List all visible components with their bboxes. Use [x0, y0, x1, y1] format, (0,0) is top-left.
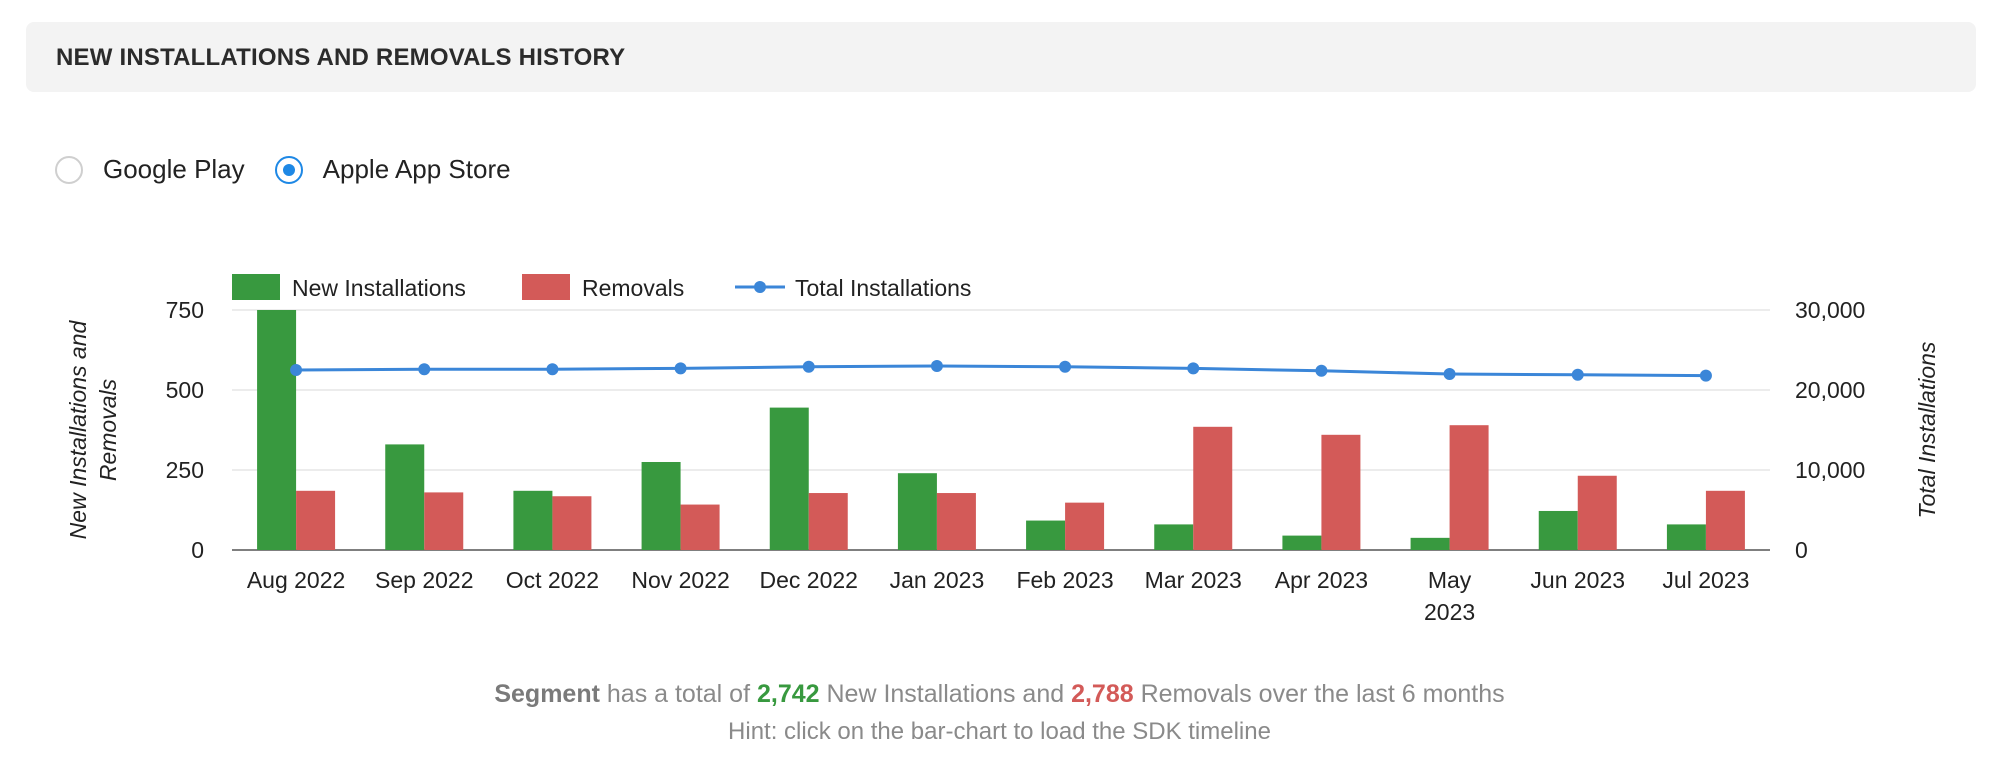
x-tick-label: Nov 2022 — [631, 567, 729, 593]
bar-new-installations — [1026, 520, 1066, 550]
hint-text: Hint: click on the bar-chart to load the… — [728, 718, 1271, 745]
bar-new-installations — [1282, 535, 1322, 550]
bar-new-installations — [641, 462, 681, 550]
y2-axis-title: Total Installations — [1914, 341, 1940, 518]
new-installations-total: 2,742 — [756, 680, 820, 708]
bar-new-installations — [385, 444, 425, 550]
total-installations-line — [290, 360, 1712, 382]
radio-label-google-play[interactable]: Google Play — [103, 154, 245, 185]
bar-removals — [808, 493, 848, 550]
bar-removals — [552, 496, 592, 550]
radio-google-play[interactable] — [55, 155, 83, 184]
total-installations-point — [290, 364, 303, 376]
summary-text-2: New Installations and — [819, 680, 1072, 708]
x-tick-label: May — [1428, 567, 1472, 593]
total-installations-point — [674, 362, 687, 375]
bar-removals — [1321, 434, 1361, 550]
radio-option-google-play[interactable]: Google Play — [55, 154, 245, 185]
bar-new-installations — [513, 490, 553, 550]
total-installations-point — [1699, 369, 1712, 382]
x-tick-label: Feb 2023 — [1016, 567, 1113, 593]
legend-label-new-installations: New Installations — [292, 275, 466, 301]
summary-text-1: has a total of — [599, 680, 757, 708]
x-tick-label: Jun 2023 — [1530, 567, 1625, 593]
total-installations-point — [1315, 364, 1328, 377]
x-tick-label: Oct 2022 — [506, 567, 599, 593]
removals-total: 2,788 — [1071, 680, 1134, 708]
summary-text-3: Removals over the last 6 months — [1133, 680, 1505, 708]
bar-removals — [296, 490, 336, 550]
bar-removals — [424, 492, 464, 550]
y-tick-label: 750 — [166, 297, 204, 323]
total-installations-point — [930, 360, 943, 372]
x-tick-label: Mar 2023 — [1145, 567, 1242, 593]
legend-marker-total-installations — [754, 281, 766, 293]
total-installations-point — [802, 360, 815, 373]
bar-removals — [1193, 426, 1233, 550]
radio-apple-app-store[interactable] — [274, 155, 303, 184]
total-installations-point — [1187, 362, 1200, 375]
total-installations-point — [546, 363, 559, 376]
x-tick-label: Sep 2022 — [375, 567, 473, 593]
y-tick-label: 0 — [191, 537, 204, 563]
y-tick-label: 500 — [166, 377, 204, 403]
y-axis-title: New Installations and Removals — [65, 319, 121, 539]
y2-tick-label: 0 — [1795, 537, 1808, 563]
legend-swatch-removals — [522, 274, 570, 300]
panel-header: NEW INSTALLATIONS AND REMOVALS HISTORY — [26, 22, 1976, 92]
bar-new-installations — [1538, 510, 1578, 550]
legend-label-removals: Removals — [582, 275, 684, 301]
bar-new-installations — [769, 407, 809, 550]
total-installations-point — [1571, 368, 1584, 381]
total-installations-point — [1059, 360, 1072, 373]
y2-tick-label: 10,000 — [1795, 457, 1865, 483]
x-tick-label: 2023 — [1424, 599, 1475, 625]
axes: 0 250 500 750 0 10,000 20,000 30,000 Aug 2022 Sep… — [65, 297, 1940, 625]
radio-label-apple-app-store[interactable]: Apple App Store — [323, 154, 511, 185]
radio-option-apple-app-store[interactable]: Apple App Store — [274, 154, 511, 185]
x-tick-label: Apr 2023 — [1275, 567, 1368, 593]
bar-removals — [1065, 502, 1105, 550]
y-tick-label: 250 — [166, 457, 204, 483]
bars — [257, 310, 1745, 550]
y2-tick-label: 20,000 — [1795, 377, 1865, 403]
bar-removals — [936, 493, 976, 550]
bar-new-installations — [1666, 524, 1706, 550]
store-selector: Google Play Apple App Store — [55, 154, 541, 185]
bar-new-installations — [1154, 524, 1194, 550]
segment-name: Segment — [494, 680, 600, 708]
total-installations-polyline — [296, 364, 1706, 378]
summary-text: Segment has a total of 2,742 New Install… — [0, 680, 1999, 709]
bar-removals — [1577, 475, 1617, 550]
bar-new-installations — [897, 473, 937, 550]
total-installations-point — [418, 363, 431, 376]
y2-tick-label: 30,000 — [1795, 297, 1865, 323]
legend-swatch-new-installations — [232, 274, 280, 300]
panel-title: NEW INSTALLATIONS AND REMOVALS HISTORY — [56, 44, 626, 71]
total-installations-point — [1443, 368, 1456, 380]
x-tick-label: Dec 2022 — [760, 567, 858, 593]
x-tick-label: Aug 2022 — [247, 567, 345, 593]
bar-removals — [1705, 490, 1745, 550]
bar-removals — [1449, 425, 1489, 550]
installations-chart[interactable]: 0 250 500 750 0 10,000 20,000 30,000 Aug 2022 Sep… — [0, 260, 1999, 640]
x-tick-label: Jul 2023 — [1662, 567, 1749, 593]
x-tick-label: Jan 2023 — [890, 567, 985, 593]
bar-removals — [680, 504, 720, 550]
bar-new-installations — [1410, 537, 1450, 550]
legend-label-total-installations: Total Installations — [795, 275, 971, 301]
legend: New Installations Removals Total Installat… — [232, 274, 971, 301]
bar-new-installations — [257, 310, 297, 550]
